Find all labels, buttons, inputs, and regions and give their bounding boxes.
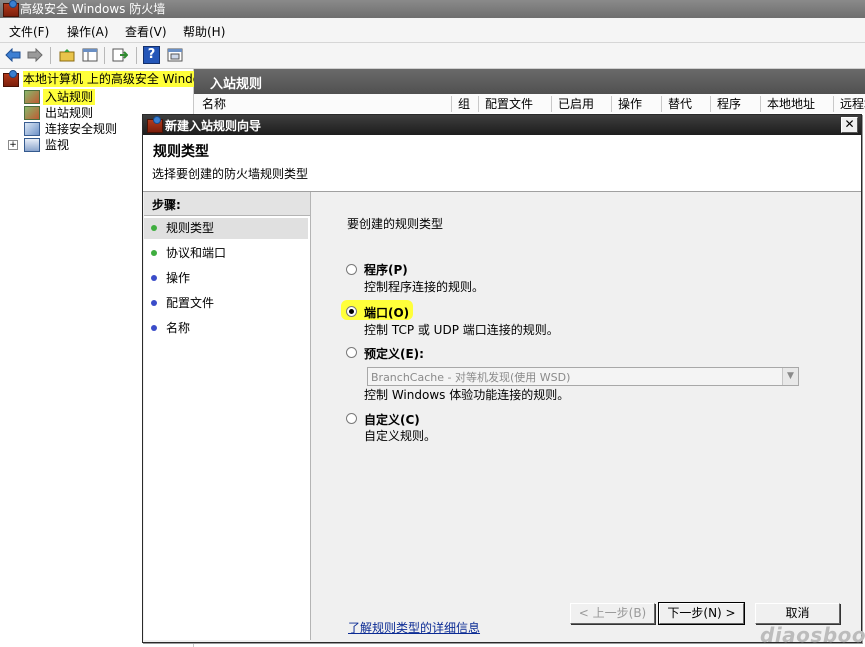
menu-action[interactable]: 操作(A) [67,23,109,40]
column-local-address[interactable]: 本地地址 [760,96,835,112]
toolbar-separator [136,47,137,64]
tree-root-label: 本地计算机 上的高级安全 Windows [23,71,195,87]
toolbar-separator [104,47,105,64]
back-button[interactable]: < 上一步(B) [570,603,655,624]
option-program-desc: 控制程序连接的规则。 [364,280,485,294]
option-program-label[interactable]: 程序(P) [364,261,408,278]
column-name[interactable]: 名称 [196,96,452,112]
help-icon[interactable]: ? [143,46,160,64]
step-name[interactable]: 名称 [144,318,308,339]
tree-item-label: 出站规则 [45,106,94,120]
option-port-desc: 控制 TCP 或 UDP 端口连接的规则。 [364,323,559,337]
up-folder-icon[interactable] [58,46,76,64]
step-bullet-icon [151,300,157,306]
forward-arrow-icon[interactable] [26,46,44,64]
back-arrow-icon[interactable] [4,46,22,64]
window-title: 高级安全 Windows 防火墙 [20,2,166,16]
step-label: 规则类型 [166,221,215,235]
toolbar-separator [50,47,51,64]
step-label: 操作 [166,271,191,285]
step-label: 协议和端口 [166,246,227,260]
tree-item-label: 监视 [45,138,70,152]
outbound-rules-icon [24,106,40,120]
menu-bar: 文件(F) 操作(A) 查看(V) 帮助(H) [0,18,865,43]
export-list-icon[interactable] [111,46,129,64]
radio-predefined[interactable] [346,347,357,358]
wizard-header: 规则类型 选择要创建的防火墙规则类型 [143,135,861,192]
step-bullet-icon [151,325,157,331]
toolbar: ? [0,43,865,69]
step-bullet-icon [151,275,157,281]
radio-port[interactable] [346,306,357,317]
window-titlebar: 高级安全 Windows 防火墙 [0,0,865,18]
wizard-page-description: 选择要创建的防火墙规则类型 [152,167,309,181]
menu-view[interactable]: 查看(V) [125,23,167,40]
wizard-page-title: 规则类型 [153,144,209,160]
steps-title: 步骤: [152,198,181,212]
column-remote-address[interactable]: 远程地 [833,96,865,112]
column-program[interactable]: 程序 [710,96,762,112]
step-label: 配置文件 [166,296,215,310]
step-profile[interactable]: 配置文件 [144,293,308,314]
wizard-title: 新建入站规则向导 [165,119,262,133]
list-title: 入站规则 [210,77,263,92]
firewall-icon [3,0,19,17]
step-action[interactable]: 操作 [144,268,308,289]
radio-program[interactable] [346,264,357,275]
column-profile[interactable]: 配置文件 [478,96,553,112]
show-hide-tree-icon[interactable] [81,46,99,64]
inbound-rules-icon [24,90,40,104]
option-custom-label[interactable]: 自定义(C) [364,411,420,428]
rule-type-prompt: 要创建的规则类型 [347,217,444,231]
predefined-dropdown: BranchCache - 对等机发现(使用 WSD) ▼ [367,367,799,386]
firewall-icon [147,116,163,133]
watermark: diaosbook [760,623,865,647]
list-column-header: 名称 组 配置文件 已启用 操作 替代 程序 本地地址 远程地 [194,94,865,114]
column-enabled[interactable]: 已启用 [551,96,613,112]
radio-custom[interactable] [346,413,357,424]
step-protocol-ports[interactable]: 协议和端口 [144,243,308,264]
list-titlebar: 入站规则 [194,69,865,94]
properties-icon[interactable] [166,46,184,64]
option-custom-desc: 自定义规则。 [364,429,437,443]
new-inbound-rule-wizard: 新建入站规则向导 ✕ 规则类型 选择要创建的防火墙规则类型 步骤: 规则类型 协… [142,114,862,643]
menu-file[interactable]: 文件(F) [9,23,49,40]
expand-icon[interactable]: + [8,140,18,150]
option-predefined-desc: 控制 Windows 体验功能连接的规则。 [364,388,570,402]
wizard-steps: 步骤: 规则类型 协议和端口 操作 配置文件 名称 [144,192,311,640]
menu-help[interactable]: 帮助(H) [183,23,225,40]
tree-item-label: 连接安全规则 [45,122,118,136]
step-label: 名称 [166,321,191,335]
chevron-down-icon: ▼ [782,368,798,385]
step-bullet-icon [151,225,157,231]
monitor-icon [24,138,40,152]
cancel-button[interactable]: 取消 [755,603,840,624]
option-port-label[interactable]: 端口(O) [364,304,409,321]
step-rule-type[interactable]: 规则类型 [144,218,308,239]
wizard-content: 要创建的规则类型 程序(P) 控制程序连接的规则。 端口(O) 控制 TCP 或… [312,192,860,640]
column-action[interactable]: 操作 [611,96,662,112]
learn-more-link[interactable]: 了解规则类型的详细信息 [348,619,480,636]
firewall-icon [3,70,19,87]
tree-item-label: 入站规则 [43,89,96,105]
step-bullet-icon [151,250,157,256]
predefined-dropdown-value: BranchCache - 对等机发现(使用 WSD) [371,371,571,384]
steps-header: 步骤: [144,192,310,216]
option-predefined-label[interactable]: 预定义(E): [364,345,424,362]
column-override[interactable]: 替代 [661,96,712,112]
connection-security-icon [24,122,40,136]
wizard-titlebar: 新建入站规则向导 ✕ [143,115,861,135]
close-icon[interactable]: ✕ [841,117,858,133]
next-button[interactable]: 下一步(N) > [659,603,744,624]
